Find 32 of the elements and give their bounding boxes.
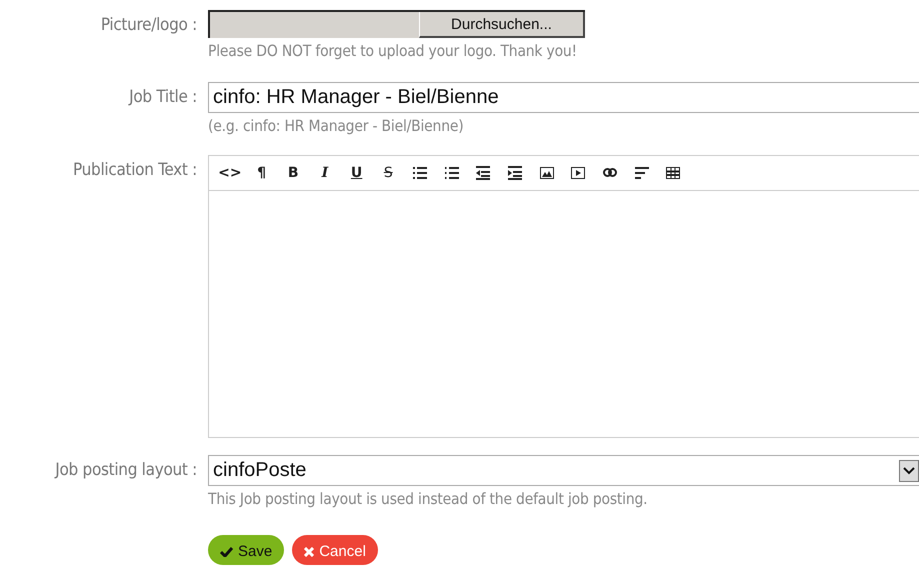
outdent-icon [476, 166, 490, 180]
italic-button[interactable]: I [309, 158, 341, 188]
cancel-button[interactable]: Cancel [292, 535, 378, 565]
hint-text: (e.g. cinfo: HR Manager - Biel/Bienne) [208, 117, 464, 135]
title-field[interactable]: cinfo: HR Manager - Biel/Bienne [208, 82, 919, 113]
checkmark-icon [220, 546, 233, 557]
bold-button[interactable]: B [277, 158, 310, 188]
indent-icon [508, 166, 522, 180]
field-label: Job Title : [129, 86, 197, 109]
field-label: Picture/logo : [100, 14, 197, 37]
hint-text: This Job posting layout is used instead of the default job posting. [208, 490, 648, 508]
table-icon [666, 166, 680, 180]
code-button[interactable]: <> [214, 158, 246, 188]
save-button[interactable]: Save [208, 535, 284, 565]
bullet-list-icon [412, 166, 427, 180]
numbered-list-icon [444, 166, 459, 180]
layout-dropdown[interactable]: cinfoPoste [208, 455, 919, 486]
link-icon [603, 166, 618, 180]
file-input[interactable]: Durchsuchen... [208, 10, 585, 38]
strikethrough-button[interactable]: S [372, 158, 404, 188]
video-icon [571, 166, 586, 180]
field-label: Publication Text : [73, 159, 197, 182]
close-icon [304, 546, 314, 556]
underline-button[interactable]: U [340, 158, 372, 188]
browse-button[interactable]: Durchsuchen... [419, 12, 585, 38]
chevron-icon [899, 460, 919, 482]
align-left-icon [634, 166, 649, 180]
text-editor[interactable]: <> ¶ B I U S [208, 155, 919, 438]
field-label: Job posting layout : [55, 459, 197, 482]
image-icon [540, 166, 554, 180]
hint-text: Please DO NOT forget to upload your logo. Thank you! [208, 42, 578, 60]
paragraph-button[interactable]: ¶ [246, 158, 278, 188]
